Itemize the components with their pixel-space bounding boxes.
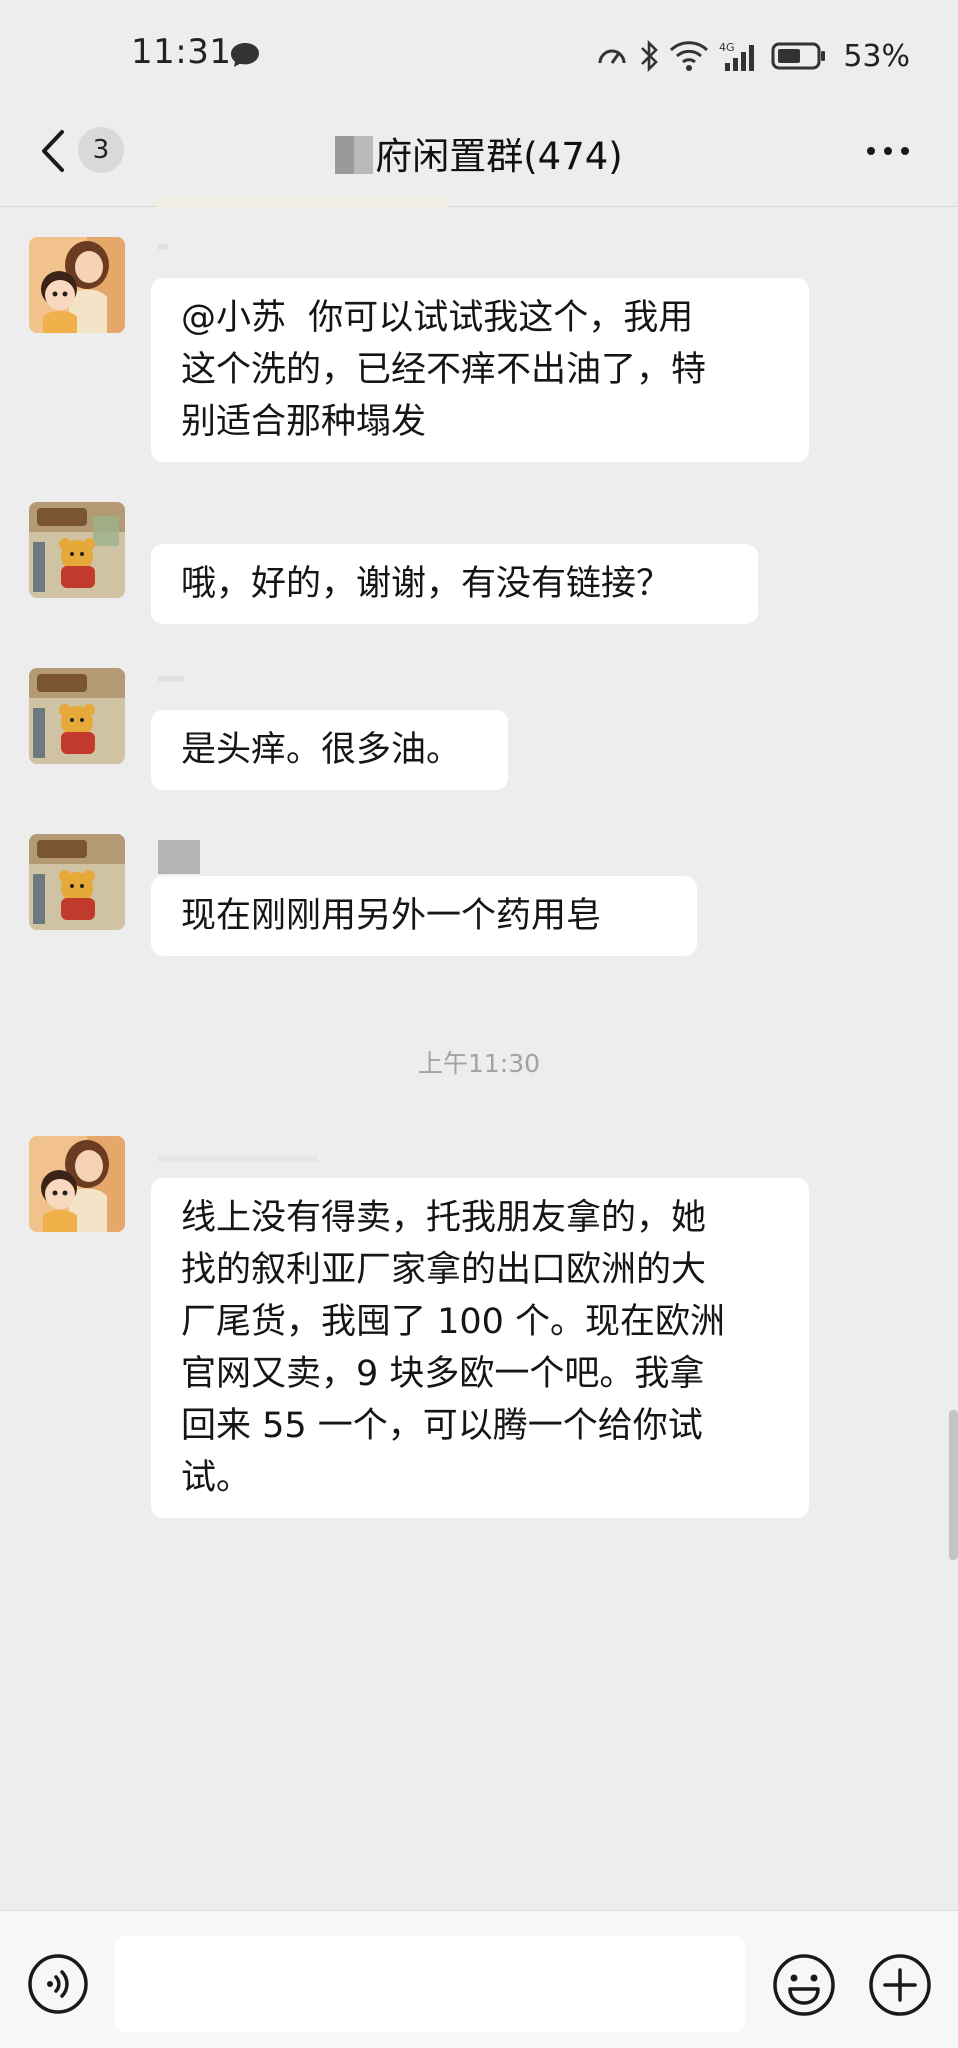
- sender-name-redacted: [158, 840, 200, 874]
- message-bubble[interactable]: 线上没有得卖，托我朋友拿的，她 找的叙利亚厂家拿的出口欧洲的大 厂尾货，我囤了 …: [151, 1178, 809, 1518]
- scrollbar-thumb[interactable]: [949, 1410, 958, 1560]
- message-bubble[interactable]: @小苏 你可以试试我这个，我用 这个洗的，已经不痒不出油了，特 别适合那种塌发: [151, 278, 809, 462]
- message-timestamp: 上午11:30: [417, 1049, 541, 1078]
- chat-title: 府闲置群(474): [0, 126, 958, 180]
- status-bar: 11:31 4G 53%: [0, 0, 958, 110]
- voice-icon[interactable]: [27, 1953, 89, 2015]
- plus-icon[interactable]: [868, 1953, 932, 2017]
- status-icons: 4G 53%: [595, 36, 910, 76]
- wifi-icon: [670, 41, 709, 71]
- mother-and-child-avatar[interactable]: [29, 1136, 125, 1232]
- winnie-the-pooh-avatar[interactable]: [29, 668, 125, 764]
- emoji-icon[interactable]: [772, 1953, 836, 2017]
- data-saver-icon: [598, 49, 626, 64]
- header-divider: [0, 206, 958, 207]
- message-bubble[interactable]: 哦，好的，谢谢，有没有链接？: [151, 544, 758, 624]
- mother-and-child-avatar[interactable]: [29, 237, 125, 333]
- chat-screen: 11:31 4G 53% 3 府闲置群(474) @小苏 你可以试试我这个，我用…: [0, 0, 958, 2048]
- more-options-icon[interactable]: [866, 146, 910, 156]
- signal-4g-icon: 4G: [719, 41, 755, 71]
- sender-name-redacted: [158, 1156, 318, 1162]
- status-time: 11:31: [131, 32, 232, 72]
- sender-name-redacted: [158, 244, 168, 250]
- battery-percentage: 53%: [843, 38, 910, 74]
- winnie-the-pooh-avatar[interactable]: [29, 502, 125, 598]
- previous-message-edge: [152, 198, 452, 208]
- message-bubble[interactable]: 现在刚刚用另外一个药用皂: [151, 876, 697, 956]
- bluetooth-icon: [641, 39, 659, 73]
- message-bubble[interactable]: 是头痒。很多油。: [151, 710, 508, 790]
- sender-name-redacted: [158, 676, 184, 682]
- message-input[interactable]: [115, 1936, 745, 2032]
- winnie-the-pooh-avatar[interactable]: [29, 834, 125, 930]
- battery-icon: [771, 42, 826, 70]
- group-name: 府闲置群(474): [375, 135, 623, 178]
- redacted-mosaic: [335, 136, 374, 174]
- svg-text:4G: 4G: [719, 41, 735, 54]
- chat-bubble-icon: [231, 43, 259, 67]
- input-bar: [0, 1910, 958, 2048]
